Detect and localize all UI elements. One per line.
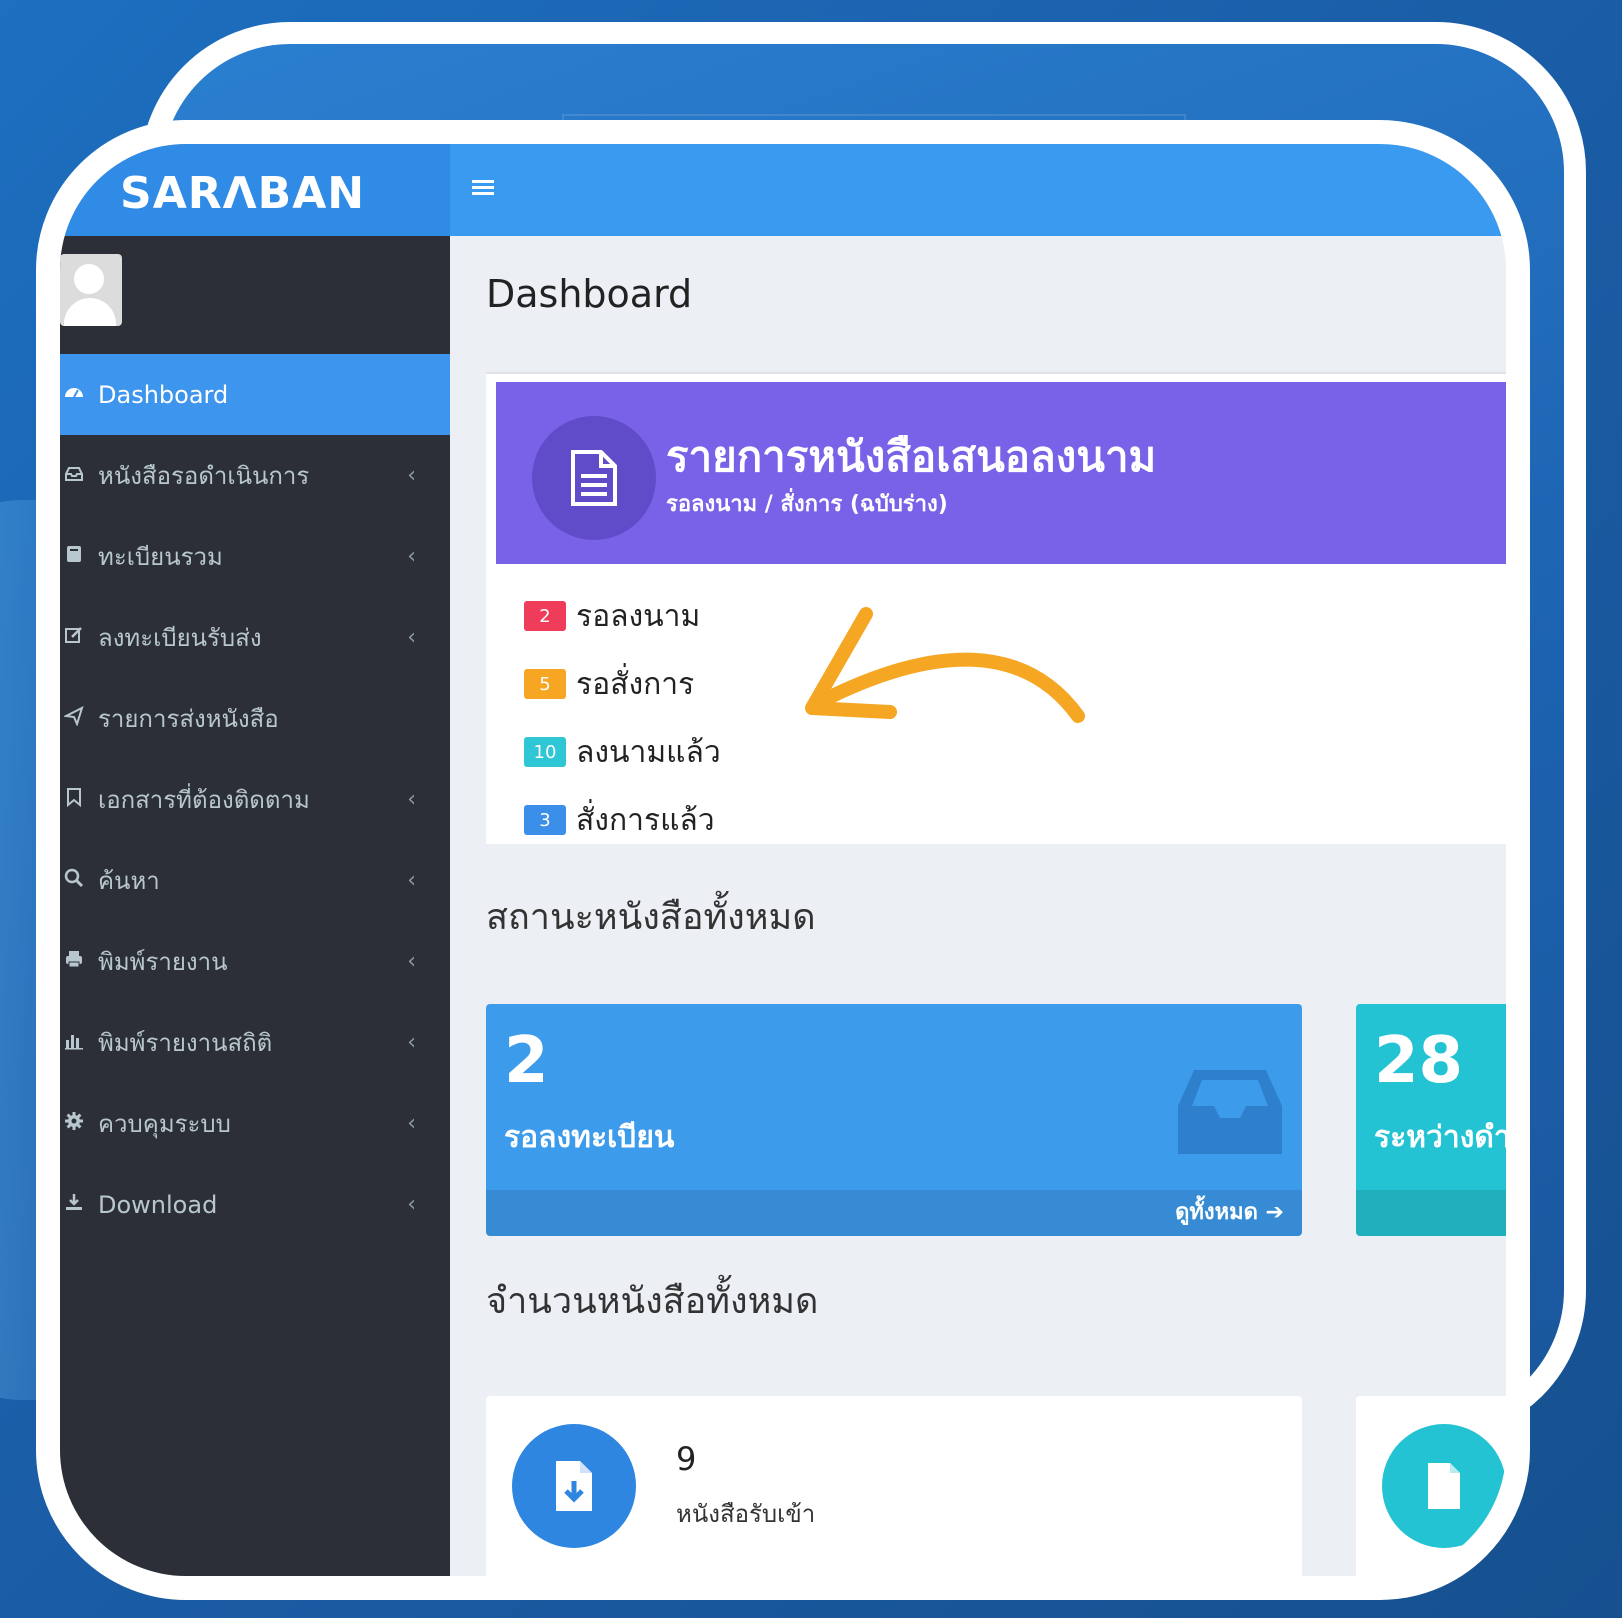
sidebar-item-download[interactable]: Download ‹ (60, 1164, 450, 1245)
sidebar: Dashboard หนังสือรอดำเนินการ ‹ ทะเบียนรว… (60, 236, 450, 1576)
saraban-logo[interactable]: SARΛBAN (120, 168, 365, 219)
sidebar-item-send-list[interactable]: รายการส่งหนังสือ (60, 678, 450, 759)
sidebar-item-tracked-documents[interactable]: เอกสารที่ต้องติดตาม ‹ (60, 759, 450, 840)
sidebar-item-label: พิมพ์รายงานสถิติ (98, 1029, 273, 1057)
search-icon (60, 868, 88, 893)
count-badge: 3 (524, 805, 566, 835)
file-icon (1382, 1424, 1506, 1548)
bookmark-icon (60, 787, 88, 812)
main-content: Dashboard รายการหนังสือเสนอลงนาม รอลงนาม (450, 236, 1506, 1576)
annotation-arrow-icon (805, 607, 1085, 723)
count-badge: 2 (524, 601, 566, 631)
send-icon (60, 706, 88, 731)
bar-chart-icon (60, 1030, 88, 1055)
print-icon (60, 949, 88, 974)
status-label: รอสั่งการ (576, 666, 695, 702)
hamburger-menu-icon[interactable] (472, 180, 494, 196)
status-signed[interactable]: 10 ลงนามแล้ว (524, 718, 721, 786)
info-box-second[interactable] (1356, 1396, 1506, 1576)
stat-box-in-progress[interactable]: 28 ระหว่างดำ (1356, 1004, 1511, 1236)
view-all-link[interactable]: ดูทั้งหมด ➔ (486, 1190, 1302, 1236)
sidebar-item-print-statistics[interactable]: พิมพ์รายงานสถิติ ‹ (60, 1002, 450, 1083)
status-waiting-signature[interactable]: 2 รอลงนาม (524, 582, 721, 650)
edit-icon (60, 625, 88, 650)
dashboard-icon (60, 381, 88, 408)
inbox-icon (1178, 1070, 1282, 1154)
signing-card-header[interactable]: รายการหนังสือเสนอลงนาม รอลงนาม / สั่งการ… (496, 382, 1506, 564)
document-status-section-title: สถานะหนังสือทั้งหมด (486, 897, 816, 938)
chevron-left-icon: ‹ (407, 544, 416, 569)
status-label: ลงนามแล้ว (576, 734, 721, 770)
document-count-section-title: จำนวนหนังสือทั้งหมด (486, 1281, 819, 1322)
status-label: รอลงนาม (576, 598, 701, 634)
chevron-left-icon: ‹ (407, 868, 416, 893)
chevron-left-icon: ‹ (407, 463, 416, 488)
sidebar-item-dashboard[interactable]: Dashboard (60, 354, 450, 435)
stat-label: รอลงทะเบียน (504, 1120, 675, 1155)
sidebar-item-system-control[interactable]: ควบคุมระบบ ‹ (60, 1083, 450, 1164)
sidebar-item-label: ทะเบียนรวม (98, 543, 223, 571)
signing-card-title: รายการหนังสือเสนอลงนาม (666, 432, 1157, 481)
page-title: Dashboard (486, 272, 693, 316)
stat-number: 28 (1374, 1024, 1464, 1098)
device-frame: SARΛBAN Dashboard หนังสือรอดำเนินการ ‹ ท… (36, 120, 1530, 1600)
sidebar-item-label: เอกสารที่ต้องติดตาม (98, 786, 310, 814)
sidebar-item-label: ควบคุมระบบ (98, 1110, 231, 1138)
chevron-left-icon: ‹ (407, 1111, 416, 1136)
sidebar-item-label: ค้นหา (98, 867, 160, 895)
signing-card-subtitle: รอลงนาม / สั่งการ (ฉบับร่าง) (666, 492, 948, 517)
info-number: 9 (676, 1440, 697, 1478)
stat-label: ระหว่างดำ (1374, 1120, 1511, 1155)
chevron-left-icon: ‹ (407, 625, 416, 650)
chevron-left-icon: ‹ (407, 1192, 416, 1217)
info-box-incoming-documents[interactable]: 9 หนังสือรับเข้า (486, 1396, 1302, 1576)
sidebar-item-register-send-receive[interactable]: ลงทะเบียนรับส่ง ‹ (60, 597, 450, 678)
top-navbar (450, 144, 1506, 236)
logo-area[interactable]: SARΛBAN (60, 144, 450, 236)
sidebar-menu: Dashboard หนังสือรอดำเนินการ ‹ ทะเบียนรว… (60, 354, 450, 1245)
chevron-left-icon: ‹ (407, 949, 416, 974)
app-window: SARΛBAN Dashboard หนังสือรอดำเนินการ ‹ ท… (60, 144, 1506, 1576)
view-all-link[interactable] (1356, 1190, 1506, 1236)
book-icon (60, 544, 88, 569)
sidebar-item-label: Dashboard (98, 380, 229, 409)
signing-status-list: 2 รอลงนาม 5 รอสั่งการ 10 ลงนามแล้ว 3 สั่… (524, 582, 721, 854)
count-badge: 10 (524, 737, 566, 767)
gear-icon (60, 1111, 88, 1136)
user-panel (60, 236, 450, 354)
info-label: หนังสือรับเข้า (676, 1500, 816, 1528)
sidebar-item-print-report[interactable]: พิมพ์รายงาน ‹ (60, 921, 450, 1002)
sidebar-item-registry[interactable]: ทะเบียนรวม ‹ (60, 516, 450, 597)
signing-documents-card: รายการหนังสือเสนอลงนาม รอลงนาม / สั่งการ… (486, 372, 1506, 844)
document-icon (532, 416, 656, 540)
status-label: สั่งการแล้ว (576, 802, 715, 838)
sidebar-item-label: หนังสือรอดำเนินการ (98, 462, 310, 490)
status-ordered[interactable]: 3 สั่งการแล้ว (524, 786, 721, 854)
stat-number: 2 (504, 1024, 549, 1098)
avatar[interactable] (60, 254, 122, 326)
inbox-icon (60, 464, 88, 488)
count-badge: 5 (524, 669, 566, 699)
sidebar-item-label: พิมพ์รายงาน (98, 948, 228, 976)
sidebar-item-label: ลงทะเบียนรับส่ง (98, 624, 262, 652)
chevron-left-icon: ‹ (407, 787, 416, 812)
sidebar-item-label: รายการส่งหนังสือ (98, 705, 279, 733)
status-waiting-order[interactable]: 5 รอสั่งการ (524, 650, 721, 718)
stat-box-waiting-registration[interactable]: 2 รอลงทะเบียน ดูทั้งหมด ➔ (486, 1004, 1302, 1236)
sidebar-item-pending-documents[interactable]: หนังสือรอดำเนินการ ‹ (60, 435, 450, 516)
file-download-icon (512, 1424, 636, 1548)
chevron-left-icon: ‹ (407, 1030, 416, 1055)
sidebar-item-label: Download (98, 1190, 218, 1219)
download-icon (60, 1192, 88, 1217)
sidebar-item-search[interactable]: ค้นหา ‹ (60, 840, 450, 921)
